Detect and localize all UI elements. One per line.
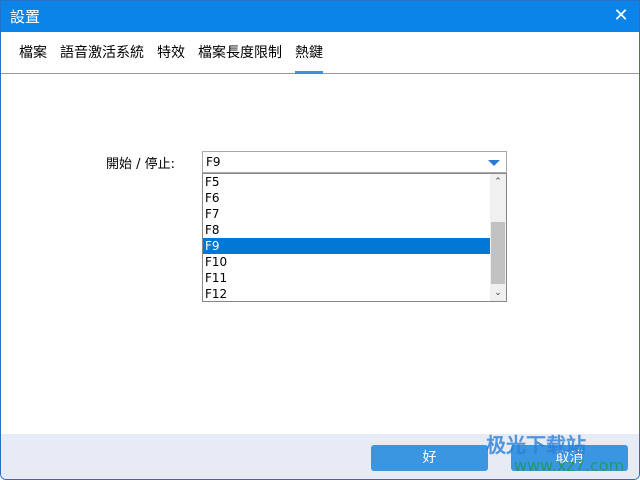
scroll-up-icon[interactable]: ⌃ xyxy=(490,174,506,190)
close-icon[interactable]: ✕ xyxy=(611,6,631,26)
option-f10[interactable]: F10 xyxy=(203,254,490,270)
tab-file[interactable]: 檔案 xyxy=(19,32,47,74)
title-bar: 設置 xyxy=(1,1,639,32)
option-f5[interactable]: F5 xyxy=(203,174,490,190)
scroll-down-icon[interactable]: ⌄ xyxy=(490,285,506,301)
settings-dialog: 設置 ✕ 檔案 語音激活系統 特效 檔案長度限制 熱鍵 開始 / 停止: F9 … xyxy=(0,0,640,480)
hotkey-select[interactable]: F9 xyxy=(202,151,507,173)
cancel-button[interactable]: 取消 xyxy=(511,445,628,471)
ok-button[interactable]: 好 xyxy=(371,445,488,471)
scrollbar[interactable]: ⌃ ⌄ xyxy=(490,174,506,301)
chevron-down-icon[interactable] xyxy=(488,160,500,166)
option-f6[interactable]: F6 xyxy=(203,190,490,206)
scroll-thumb[interactable] xyxy=(491,222,505,284)
tab-hotkeys[interactable]: 熱鍵 xyxy=(295,32,323,74)
hotkey-value: F9 xyxy=(206,155,221,169)
tab-voice-activation[interactable]: 語音激活系統 xyxy=(60,32,144,74)
option-f8[interactable]: F8 xyxy=(203,222,490,238)
tab-bar: 檔案 語音激活系統 特效 檔案長度限制 熱鍵 xyxy=(1,32,639,74)
window-title: 設置 xyxy=(10,8,41,26)
tab-file-length-limit[interactable]: 檔案長度限制 xyxy=(198,32,282,74)
footer: 好 取消 xyxy=(1,434,639,479)
option-f7[interactable]: F7 xyxy=(203,206,490,222)
start-stop-label: 開始 / 停止: xyxy=(106,157,176,172)
option-f12[interactable]: F12 xyxy=(203,286,490,302)
hotkey-dropdown-list: F5 F6 F7 F8 F9 F10 F11 F12 ⌃ ⌄ xyxy=(202,173,507,302)
tab-effects[interactable]: 特效 xyxy=(157,32,185,74)
option-f11[interactable]: F11 xyxy=(203,270,490,286)
option-f9[interactable]: F9 xyxy=(203,238,490,254)
